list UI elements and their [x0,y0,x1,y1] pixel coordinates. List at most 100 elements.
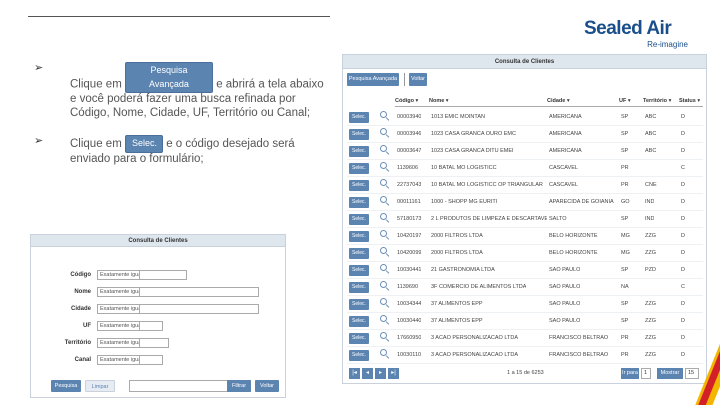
table-cell: CNE [645,182,657,188]
next-page-button[interactable]: ▸ [375,368,386,379]
table-cell: D [681,233,685,239]
table-cell: ABC [645,114,657,120]
table-cell: PZD [645,267,656,273]
table-cell: ABC [645,131,657,137]
column-header-city[interactable]: Cidade [547,98,570,104]
select-row-button[interactable]: Selec. [349,333,369,344]
table-cell: IND [645,216,655,222]
select-row-button[interactable]: Selec. [349,129,369,140]
select-row-button[interactable]: Selec. [349,248,369,259]
magnifier-icon[interactable] [380,196,390,206]
back-button[interactable]: Voltar [409,73,427,86]
table-cell: IND [645,199,655,205]
magnifier-icon[interactable] [380,298,390,308]
table-cell: PR [621,165,629,171]
instruction-prefix: Clique em [70,138,122,150]
table-cell: ZZG [645,250,656,256]
uf-input[interactable] [139,321,163,331]
corner-decoration [692,335,720,405]
magnifier-icon[interactable] [380,247,390,257]
table-cell: SAO PAULO [549,267,581,273]
code-input[interactable] [139,270,187,280]
column-header-name[interactable]: Nome [429,98,449,104]
table-cell: 1013 EMIC MOINTAN [431,114,485,120]
table-cell: 3 ACAO PERSONALIZACAO LTDA [431,335,519,341]
clear-button[interactable]: Limpar [85,380,115,392]
territory-input[interactable] [139,338,169,348]
table-cell: D [681,352,685,358]
channel-input[interactable] [139,355,163,365]
table-cell: 10 BATAL MO LOGISTICC OP TRIANGULAR [431,182,543,188]
select-row-button[interactable]: Selec. [349,299,369,310]
field-row-channel: Canal Exatamente igual [31,354,281,366]
magnifier-icon[interactable] [380,264,390,274]
table-cell: 22737043 [397,182,422,188]
table-cell: NA [621,284,629,290]
table-cell: 37 ALIMENTOS EPP [431,301,483,307]
magnifier-icon[interactable] [380,332,390,342]
table-cell: D [681,301,685,307]
magnifier-icon[interactable] [380,111,390,121]
column-header-uf[interactable]: UF [619,98,631,104]
table-cell: D [681,182,685,188]
magnifier-icon[interactable] [380,145,390,155]
city-input[interactable] [139,304,259,314]
table-cell: AMERICANA [549,148,582,154]
table-cell: SP [621,114,629,120]
table-row: Selec. 10030110 3 ACAO PERSONALIZACAO LTDA… [347,347,703,364]
goto-page-input[interactable]: 1 [641,368,651,379]
select-row-button[interactable]: Selec. [349,282,369,293]
select-row-button[interactable]: Selec. [349,231,369,242]
field-label: UF [83,323,91,329]
first-page-button[interactable]: |◂ [349,368,360,379]
instruction-bullet-1: ➢ Clique em Pesquisa Avançada e abrirá a… [34,62,344,124]
table-row: Selec. 22737043 10 BATAL MO LOGISTICC OP T… [347,177,703,194]
column-header-status[interactable]: Status [679,98,700,104]
table-cell: 10030110 [397,352,422,358]
table-cell: FRANCISCO BELTRAO [549,335,609,341]
table-cell: SP [621,131,629,137]
column-header-code[interactable]: Código [395,98,418,104]
magnifier-icon[interactable] [380,213,390,223]
table-cell: ZZG [645,352,656,358]
select-row-button[interactable]: Selec. [349,163,369,174]
name-input[interactable] [139,287,259,297]
advanced-search-button[interactable]: Pesquisa Avançada [347,73,399,86]
client-results-grid: Consulta de Clientes Pesquisa Avançada V… [342,54,707,384]
select-row-button[interactable]: Selec. [349,350,369,361]
select-row-button[interactable]: Selec. [349,265,369,276]
goto-page-button[interactable]: Ir para [621,368,639,379]
magnifier-icon[interactable] [380,349,390,359]
table-cell: SAO PAULO [549,284,581,290]
table-cell: GO [621,199,630,205]
table-cell: 1139606 [397,165,419,171]
back-button[interactable]: Voltar [255,380,279,392]
filter-button[interactable]: Filtrar [227,380,251,392]
table-cell: PR [621,182,629,188]
magnifier-icon[interactable] [380,230,390,240]
select-row-button[interactable]: Selec. [349,316,369,327]
table-row: Selec. 00003940 1013 EMIC MOINTAN AMERICANA… [347,109,703,126]
last-page-button[interactable]: ▸| [388,368,399,379]
select-row-button[interactable]: Selec. [349,180,369,191]
select-row-button[interactable]: Selec. [349,146,369,157]
table-cell: D [681,216,685,222]
magnifier-icon[interactable] [380,315,390,325]
table-row: Selec. 17660950 3 ACAO PERSONALIZACAO LTDA… [347,330,703,347]
table-row: Selec. 1139690 3F COMERCIO DE ALIMENTOS LT… [347,279,703,296]
magnifier-icon[interactable] [380,128,390,138]
prev-page-button[interactable]: ◂ [362,368,373,379]
search-button[interactable]: Pesquisa [51,380,81,392]
table-cell: PR [621,335,629,341]
sealed-air-logo: Sealed Air Re-imagine [584,18,694,52]
magnifier-icon[interactable] [380,162,390,172]
table-cell: 1023 CASA GRANCA DITU EMEI [431,148,514,154]
select-row-button[interactable]: Selec. [349,197,369,208]
magnifier-icon[interactable] [380,179,390,189]
rows-per-page-button[interactable]: Mostrar [657,368,683,379]
select-row-button[interactable]: Selec. [349,214,369,225]
form-title: Consulta de Clientes [31,235,285,247]
select-row-button[interactable]: Selec. [349,112,369,123]
column-header-territory[interactable]: Território [643,98,671,104]
magnifier-icon[interactable] [380,281,390,291]
